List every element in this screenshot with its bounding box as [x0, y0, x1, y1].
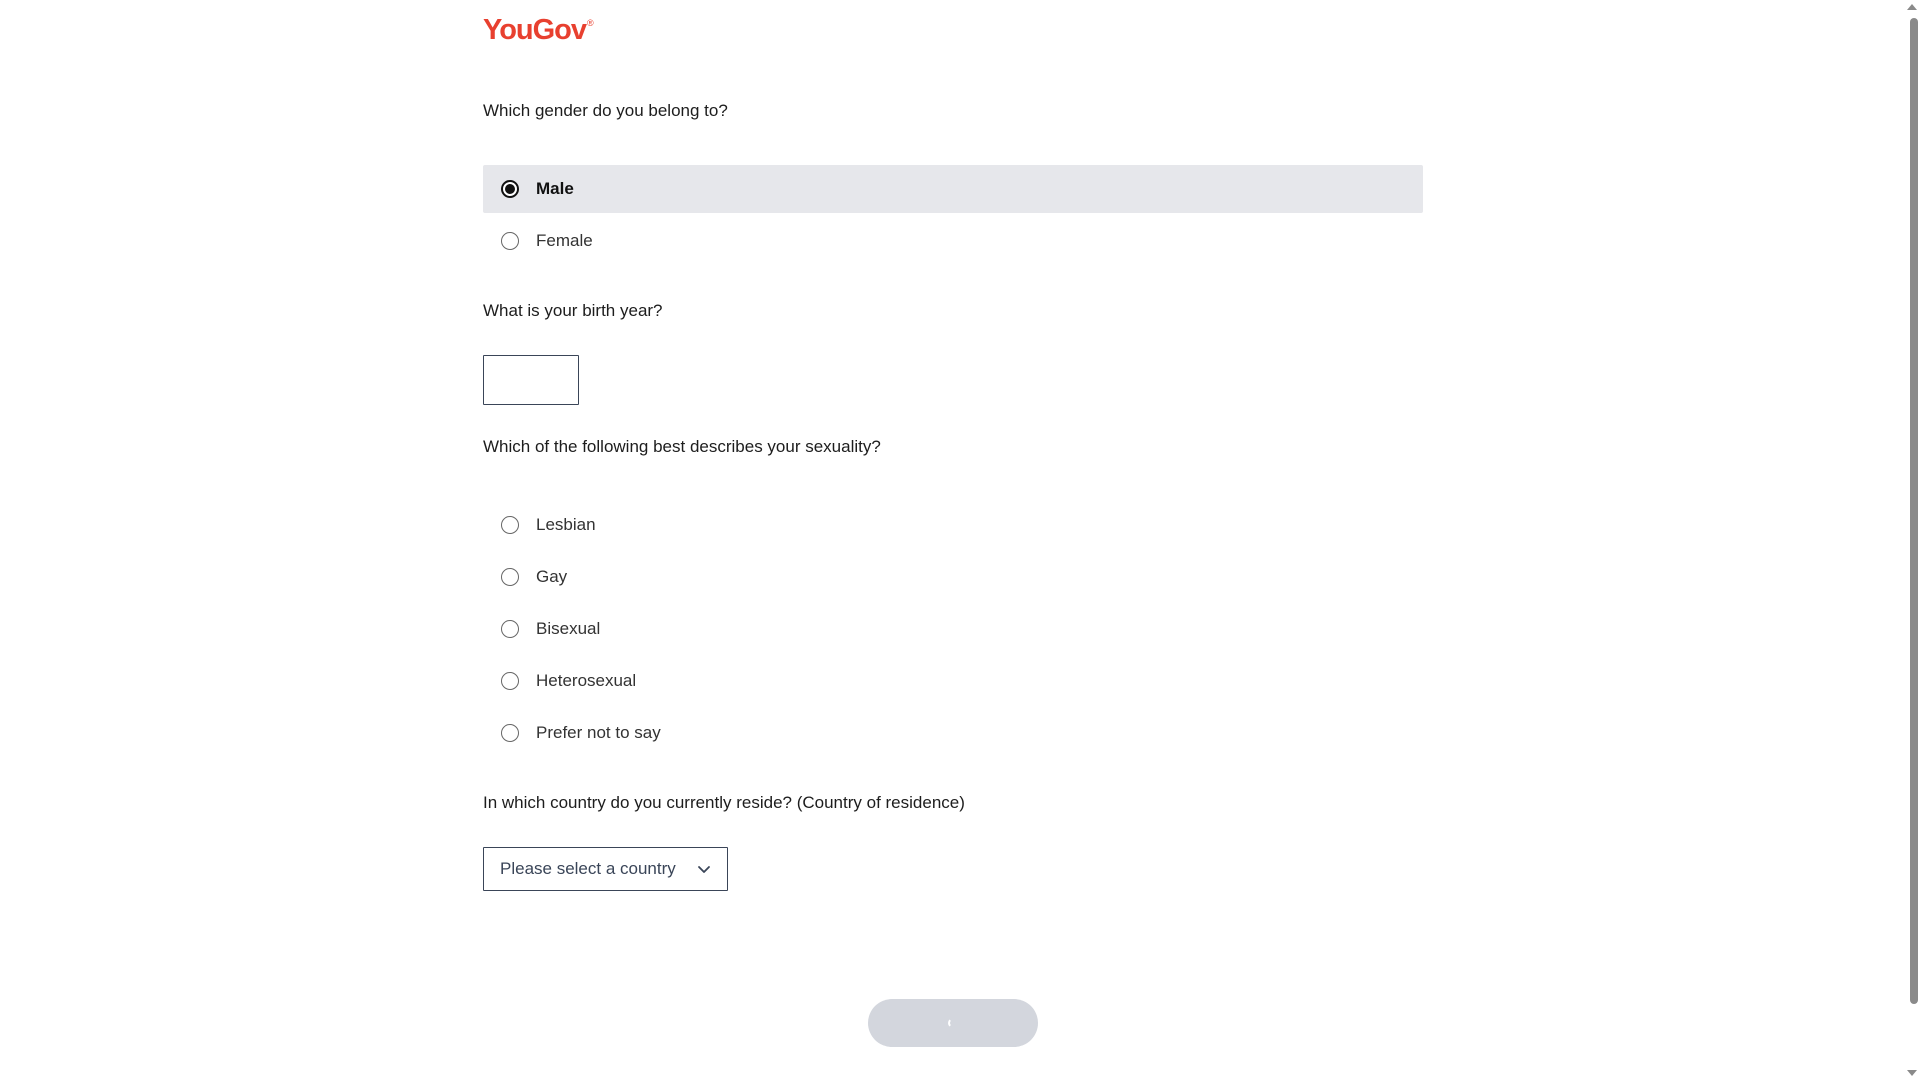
option-label: Bisexual — [536, 619, 601, 638]
option-label: Lesbian — [536, 515, 596, 534]
radio-heterosexual[interactable] — [501, 672, 519, 690]
question-sexuality: Which of the following best describes yo… — [483, 437, 881, 456]
scroll-up-arrow-icon[interactable] — [1907, 4, 1917, 10]
radio-lesbian[interactable] — [501, 516, 519, 534]
page-scrollbar[interactable] — [1903, 0, 1920, 1080]
survey-page: YouGov® Which gender do you belong to? M… — [0, 0, 1920, 1080]
logo-text: YouGov — [483, 14, 587, 46]
yougov-logo: YouGov® — [483, 14, 594, 47]
scrollbar-thumb[interactable] — [1910, 18, 1918, 1004]
question-country: In which country do you currently reside… — [483, 793, 965, 812]
birth-year-input[interactable] — [483, 355, 579, 405]
radio-female[interactable] — [501, 232, 519, 250]
registered-mark: ® — [587, 18, 594, 28]
radio-gay[interactable] — [501, 568, 519, 586]
radio-bisexual[interactable] — [501, 620, 519, 638]
radio-prefer-not-to-say[interactable] — [501, 724, 519, 742]
question-birth-year: What is your birth year? — [483, 301, 663, 320]
option-male[interactable]: Male — [483, 165, 1423, 213]
option-label: Gay — [536, 567, 568, 586]
country-select[interactable]: Please select a country — [483, 847, 728, 891]
option-female[interactable]: Female — [483, 217, 1423, 265]
radio-male[interactable] — [501, 180, 519, 198]
option-lesbian[interactable]: Lesbian — [483, 501, 1423, 549]
option-heterosexual[interactable]: Heterosexual — [483, 657, 1423, 705]
option-gay[interactable]: Gay — [483, 553, 1423, 601]
option-prefer-not-to-say[interactable]: Prefer not to say — [483, 709, 1423, 757]
chevron-down-icon — [698, 866, 710, 873]
country-select-value: Please select a country — [500, 859, 676, 878]
next-button[interactable] — [868, 999, 1038, 1047]
option-label: Female — [536, 231, 593, 250]
spinner-icon — [948, 1018, 958, 1028]
question-gender: Which gender do you belong to? — [483, 101, 728, 120]
option-label: Prefer not to say — [536, 723, 661, 742]
option-bisexual[interactable]: Bisexual — [483, 605, 1423, 653]
option-label: Male — [536, 179, 574, 198]
scroll-down-arrow-icon[interactable] — [1907, 1070, 1917, 1076]
option-label: Heterosexual — [536, 671, 637, 690]
